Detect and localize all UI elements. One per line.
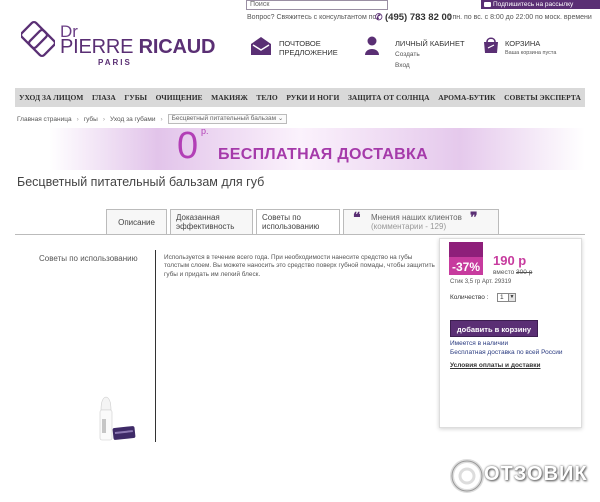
breadcrumb-home[interactable]: Главная страница	[17, 116, 72, 123]
banner-text: БЕСПЛАТНАЯ ДОСТАВКА	[218, 146, 428, 163]
breadcrumb-lips[interactable]: губы	[84, 116, 98, 123]
nav-item-makeup[interactable]: МАКИЯЖ	[211, 93, 248, 102]
cart-block[interactable]: КОРЗИНА Ваша корзина пуста	[505, 39, 556, 58]
quantity-value: 1	[500, 294, 504, 301]
chevron-right-icon: ›	[160, 115, 163, 123]
section-label: Советы по использованию	[39, 254, 138, 263]
user-icon[interactable]	[364, 36, 380, 56]
mail-offer-line2: ПРЕДЛОЖЕНИЕ	[279, 48, 338, 57]
mail-offer-link[interactable]: ПОЧТОВОЕ ПРЕДЛОЖЕНИЕ	[279, 39, 338, 57]
nav-item-eyes[interactable]: ГЛАЗА	[92, 93, 116, 102]
phone-number: ✆ (495) 783 82 00	[375, 12, 452, 23]
tab-efficacy-line1: Доказанная	[176, 213, 220, 222]
delivery-info: Бесплатная доставка по всей России	[450, 348, 563, 356]
main-nav: УХОД ЗА ЛИЦОМ ГЛАЗА ГУБЫ ОЧИЩЕНИЕ МАКИЯЖ…	[15, 88, 585, 107]
chevron-right-icon: ›	[102, 115, 105, 123]
account-create-link[interactable]: Создать	[395, 50, 465, 59]
nav-item-aroma[interactable]: АРОМА-БУТИК	[438, 93, 495, 102]
banner-currency: р.	[201, 126, 209, 136]
account-login-link[interactable]: Вход	[395, 61, 465, 70]
mail-offer-line1: ПОЧТОВОЕ	[279, 39, 321, 48]
discount-badge: -37%	[449, 242, 483, 275]
quote-close-icon: ❞	[470, 209, 478, 225]
nav-item-face[interactable]: УХОД ЗА ЛИЦОМ	[19, 93, 83, 102]
quote-open-icon: ❝	[353, 209, 361, 225]
logo-paris: PARIS	[98, 58, 132, 67]
cart-bag-icon[interactable]	[482, 36, 500, 54]
usage-text: Используется в течение всего года. При н…	[164, 254, 435, 278]
search-input[interactable]: Поиск	[246, 0, 388, 10]
payment-delivery-link[interactable]: Условия оплаты и доставки	[450, 362, 541, 369]
tab-efficacy-line2: эффективность	[176, 222, 235, 231]
chevron-down-icon: ⌄	[277, 115, 284, 122]
tab-divider	[15, 234, 585, 235]
working-hours: с пн. по вс. с 8:00 до 22:00 по моск. вр…	[447, 14, 592, 21]
content-divider	[155, 250, 156, 442]
logo-ricaud: RICAUD	[138, 36, 216, 58]
product-sku: Стик 3,5 гр Арт. 29319	[450, 279, 512, 285]
old-price: вместо 300 р	[493, 269, 532, 276]
product-image	[99, 396, 136, 441]
breadcrumb-current: Бесцветный питательный бальзам	[171, 115, 277, 122]
chevron-down-icon: ▼	[508, 294, 515, 301]
page-title: Бесцветный питательный бальзам для губ	[17, 175, 265, 189]
account-title[interactable]: ЛИЧНЫЙ КАБИНЕТ	[395, 39, 465, 48]
banner-zero: 0	[177, 125, 199, 167]
discount-value: -37%	[451, 260, 480, 274]
chevron-right-icon: ›	[76, 115, 79, 123]
contact-question: Вопрос? Свяжитесь с консультантом по	[247, 14, 377, 21]
tab-description-label: Описание	[118, 218, 155, 227]
mail-icon[interactable]	[250, 36, 272, 56]
tab-advice[interactable]: Советы по использованию	[256, 209, 340, 235]
add-to-cart-button[interactable]: добавить в корзину	[450, 320, 538, 337]
nav-item-cleansing[interactable]: ОЧИЩЕНИЕ	[156, 93, 203, 102]
subscribe-label: Подпишитесь на рассылку	[493, 1, 574, 8]
nav-item-sun[interactable]: ЗАЩИТА ОТ СОЛНЦА	[348, 93, 430, 102]
tab-description[interactable]: Описание	[106, 209, 167, 234]
stock-status: Имеется в наличии	[450, 340, 509, 347]
envelope-icon	[484, 2, 491, 7]
availability: Имеется в наличии Бесплатная доставка по…	[450, 340, 563, 357]
watermark-text: ОТЗОВИК	[484, 463, 588, 485]
old-price-label: вместо	[493, 269, 515, 276]
nav-item-body[interactable]: ТЕЛО	[256, 93, 277, 102]
old-price-value: 300 р	[516, 269, 533, 276]
nav-item-hands-feet[interactable]: РУКИ И НОГИ	[286, 93, 339, 102]
tab-reviews[interactable]: ❝ Мнения наших клиентов (комментарии - 1…	[343, 209, 499, 234]
breadcrumb-care[interactable]: Уход за губами	[110, 116, 155, 123]
subscribe-button[interactable]: Подпишитесь на рассылку	[481, 0, 600, 9]
nav-item-lips[interactable]: ГУБЫ	[124, 93, 147, 102]
new-price: 190 р	[493, 253, 527, 268]
tab-efficacy[interactable]: Доказанная эффективность	[170, 209, 253, 234]
cart-title: КОРЗИНА	[505, 39, 541, 48]
logo-name[interactable]: PIERRE RICAUD	[60, 36, 215, 59]
phone-icon: ✆	[375, 12, 383, 22]
tab-advice-line1: Советы по	[262, 213, 301, 222]
quantity-select[interactable]: 1 ▼	[497, 293, 516, 302]
phone-text: (495) 783 82 00	[385, 12, 453, 23]
breadcrumb: Главная страница › губы › Уход за губами…	[17, 114, 288, 124]
brand-logo-icon[interactable]	[21, 19, 55, 59]
breadcrumb-current-select[interactable]: Бесцветный питательный бальзам ⌄	[167, 114, 288, 124]
account-block: ЛИЧНЫЙ КАБИНЕТ Создать Вход	[395, 39, 465, 70]
logo-pierre: PIERRE	[60, 36, 134, 58]
tab-advice-line2: использованию	[262, 222, 320, 231]
cart-status: Ваша корзина пуста	[505, 50, 557, 56]
quantity-label: Количество :	[450, 294, 489, 301]
nav-item-expert[interactable]: СОВЕТЫ ЭКСПЕРТА	[504, 93, 581, 102]
